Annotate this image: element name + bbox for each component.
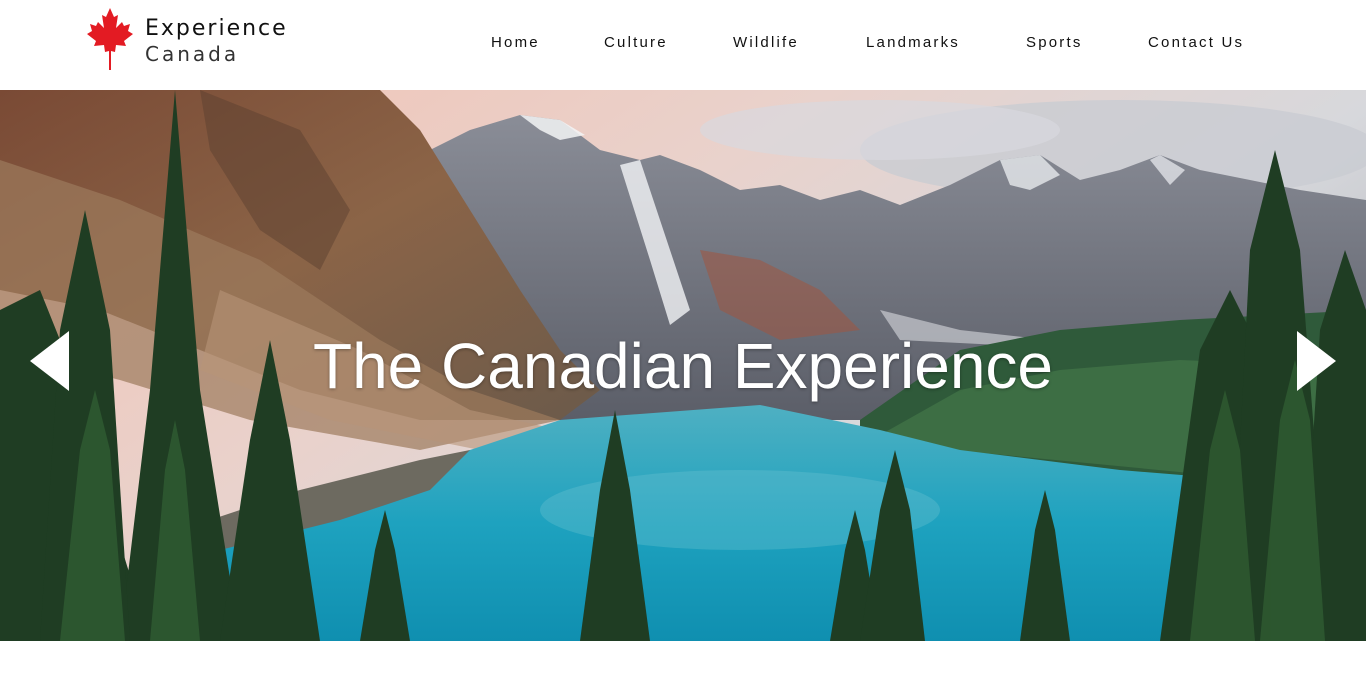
- nav-home[interactable]: Home: [491, 34, 540, 52]
- content-area: [0, 641, 1366, 684]
- arrow-right-icon: [1297, 331, 1336, 391]
- hero-title: The Canadian Experience: [312, 330, 1054, 402]
- nav-culture[interactable]: Culture: [604, 34, 668, 52]
- nav-contact-us[interactable]: Contact Us: [1148, 34, 1244, 52]
- main-nav: Home Culture Wildlife Landmarks Sports C…: [0, 34, 1366, 54]
- hero-carousel: The Canadian Experience: [0, 90, 1366, 641]
- site-header: Experience Canada Home Culture Wildlife …: [0, 0, 1366, 90]
- nav-landmarks[interactable]: Landmarks: [866, 34, 960, 52]
- nav-sports[interactable]: Sports: [1026, 34, 1083, 52]
- nav-wildlife[interactable]: Wildlife: [733, 34, 799, 52]
- carousel-next-button[interactable]: [1295, 330, 1337, 392]
